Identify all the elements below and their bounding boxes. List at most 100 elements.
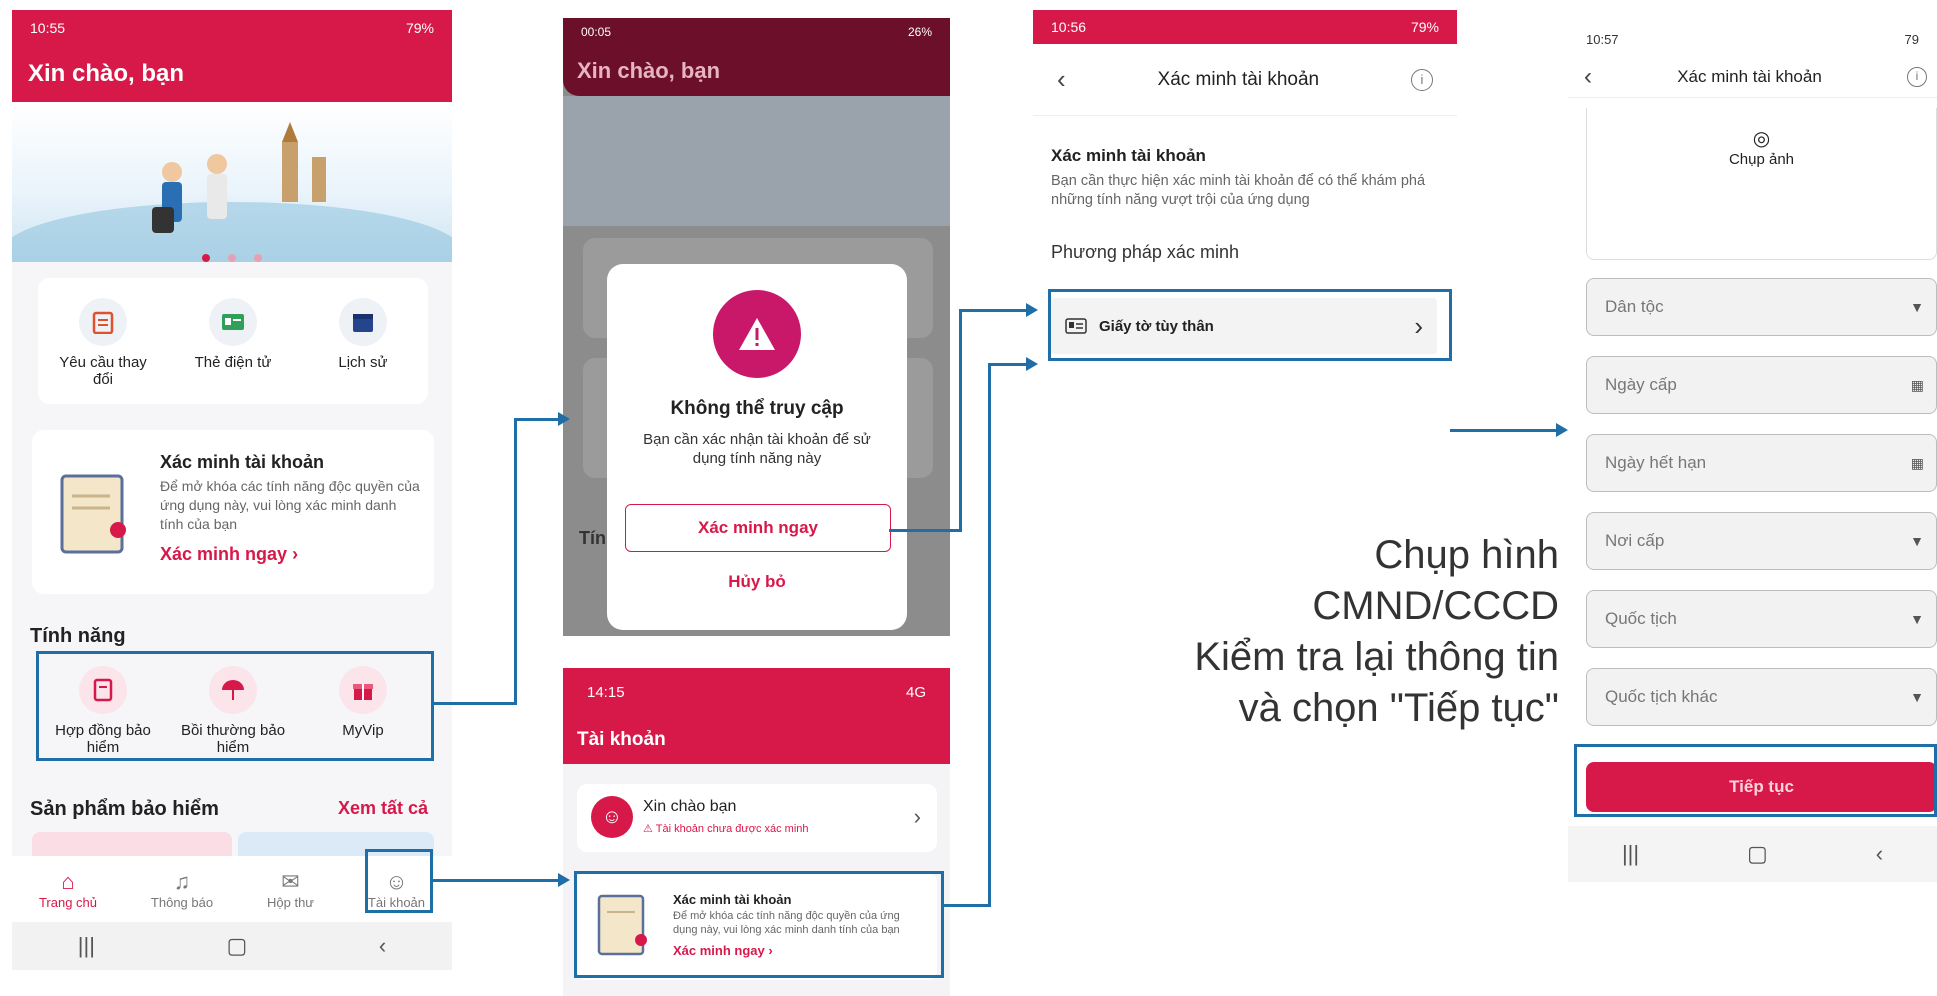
clipboard-icon [79,298,127,346]
caption-line: Chụp hình [1374,533,1559,577]
highlight-continue [1574,744,1937,817]
dimmed-hero [563,96,950,226]
status-bar: 00:05 26% [563,18,950,46]
connector-line [988,363,1031,366]
section-title: Xác minh tài khoản [1051,146,1206,165]
field-placeholder: Ngày hết hạn [1605,453,1707,472]
recents-icon[interactable]: ||| [78,933,95,959]
info-icon[interactable]: i [1907,66,1927,87]
status-bar: 10:55 79% [12,10,452,46]
avatar-icon: ☺ [591,796,633,838]
connector-line [514,418,560,421]
hero-illustration [12,122,452,302]
system-nav: ||| ▢ ‹ [12,922,452,970]
recents-icon[interactable]: ||| [1622,841,1639,867]
phone-screen-home: 10:55 79% Xin chào, bạn Yêu cầu thay đổi [12,10,452,970]
photo-label: Chụp ảnh [1728,151,1795,168]
arrow-head [558,873,570,887]
field-placeholder: Quốc tịch [1605,609,1677,628]
connector-line [514,418,517,705]
access-denied-dialog: Không thể truy cập Bạn cần xác nhận tài … [607,264,907,630]
status-bar: 10:56 79% [1033,10,1457,44]
info-icon[interactable]: i [1410,68,1433,91]
account-header: Tài khoản [563,716,950,764]
back-icon[interactable]: ‹ [379,933,386,959]
verify-now-link[interactable]: Xác minh ngay › [160,544,420,565]
status-battery: 79% [1410,19,1439,35]
instruction-caption: Chụp hình CMND/CCCD Kiểm tra lại thông t… [1194,530,1559,734]
nav-label: Thông báo [150,894,214,910]
method-title: Phương pháp xác minh [1051,242,1239,262]
connector-line [988,363,991,907]
quick-action-ecard[interactable]: Thẻ điện tử [178,298,288,404]
connector-line [959,309,962,532]
greeting-title: Xin chào, bạn [28,60,185,87]
issue-date-field[interactable]: Ngày cấp ▦ [1586,356,1937,414]
home-system-icon[interactable]: ▢ [1747,841,1768,867]
screen-title: Xác minh tài khoản [1157,68,1320,90]
status-bar: 14:15 4G [563,668,950,716]
connector-line [1450,429,1560,432]
nav-inbox[interactable]: ✉ Hộp thư [267,869,314,910]
photo-capture-area[interactable]: ◎ Chụp ảnh [1586,108,1937,260]
features-title: Tính năng [30,625,126,647]
mail-icon: ✉ [281,868,300,894]
screen-header: ‹ Xác minh tài khoản i [1568,56,1937,98]
field-placeholder: Dân tộc [1605,297,1664,316]
warning-text: Tài khoản chưa được xác minh [655,823,809,835]
quick-action-label: Thẻ điện tử [194,354,272,371]
quick-actions: Yêu cầu thay đổi Thẻ điện tử Lịch sử [38,278,428,404]
connector-line [944,904,991,907]
unverified-warning: ⚠ Tài khoản chưa được xác minh [643,822,809,835]
highlight-features [36,651,434,761]
verify-now-button[interactable]: Xác minh ngay [625,504,891,552]
user-profile-row[interactable]: ☺ Xin chào bạn ⚠ Tài khoản chưa được xác… [577,784,937,852]
home-system-icon[interactable]: ▢ [227,933,248,959]
quick-action-history[interactable]: Lịch sử [308,298,418,404]
back-icon[interactable]: ‹ [1876,841,1883,867]
arrow-head [1556,423,1568,437]
dialog-message: Bạn cần xác nhận tài khoản để sử dụng tí… [643,431,871,467]
arrow-head [1026,357,1038,371]
other-nationality-dropdown[interactable]: Quốc tịch khác ▼ [1586,668,1937,726]
dropdown-arrow-icon: ▼ [1910,533,1924,549]
nav-label: Trang chủ [38,894,98,910]
back-icon[interactable]: ‹ [1057,64,1066,95]
nav-home[interactable]: ⌂ Trang chủ [39,869,97,910]
dropdown-arrow-icon: ▼ [1910,611,1924,627]
dialog-title: Không thể truy cập [670,398,844,419]
calendar-icon: ▦ [1910,376,1924,393]
arrow-head [558,412,570,426]
issue-place-dropdown[interactable]: Nơi cấp ▼ [1586,512,1937,570]
quick-action-label: Yêu cầu thay đổi [59,354,147,388]
dropdown-arrow-icon: ▼ [1910,689,1924,705]
status-battery: 79% [405,20,434,36]
document-illustration-icon [60,474,126,554]
caption-line: CMND/CCCD [1312,584,1559,628]
verify-card-title: Xác minh tài khoản [160,452,325,472]
highlight-id-option [1048,289,1452,361]
system-nav: ||| ▢ ‹ [1568,826,1937,882]
verify-account-card[interactable]: Xác minh tài khoản Để mở khóa các tính n… [32,430,434,594]
nav-label: Hộp thư [267,894,315,910]
dimmed-header: Xin chào, bạn [563,46,950,96]
quick-action-change-request[interactable]: Yêu cầu thay đổi [48,298,158,404]
home-icon: ⌂ [61,868,75,894]
carousel-dots[interactable] [12,254,452,262]
expiry-date-field[interactable]: Ngày hết hạn ▦ [1586,434,1937,492]
back-icon[interactable]: ‹ [1584,63,1592,91]
nationality-dropdown[interactable]: Quốc tịch ▼ [1586,590,1937,648]
nav-notifications[interactable]: ♫ Thông báo [151,869,213,910]
id-card-icon [209,298,257,346]
cancel-button[interactable]: Hủy bỏ [607,572,907,592]
caption-line: và chọn "Tiếp tục" [1238,686,1559,730]
status-time: 14:15 [587,683,625,701]
connector-line [433,879,561,882]
see-all-link[interactable]: Xem tất cả [338,798,428,819]
calendar-icon: ▦ [1910,454,1924,471]
status-battery: 26% [907,25,932,39]
ethnicity-dropdown[interactable]: Dân tộc ▼ [1586,278,1937,336]
verify-now-label: Xác minh ngay [160,544,288,564]
connector-line [959,309,1031,312]
home-header: Xin chào, bạn [12,46,452,102]
